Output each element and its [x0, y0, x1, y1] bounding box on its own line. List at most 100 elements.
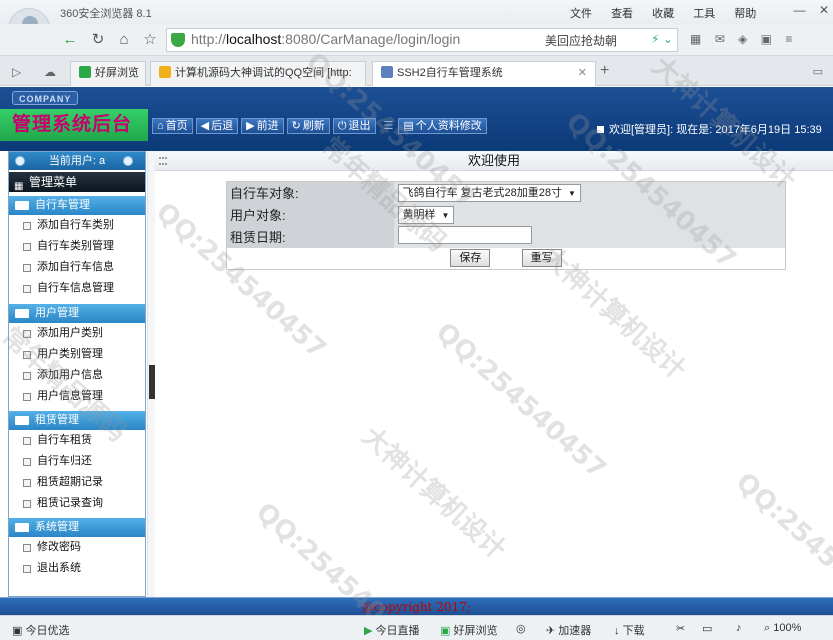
extension-grid-icon[interactable]: ▦ — [690, 32, 701, 46]
sidebar-item-bike-category-manage[interactable]: 自行车类别管理 — [9, 236, 145, 257]
home-button[interactable]: ⌂ 首页 — [152, 118, 193, 134]
extension-ad-icon[interactable]: ▣ — [761, 32, 772, 46]
security-shield-icon — [171, 33, 185, 47]
rental-date-input[interactable] — [397, 226, 532, 244]
menu-group-rental: 租赁管理 自行车租赁 自行车归还 租赁超期记录 租赁记录查询 — [9, 411, 145, 514]
watermark-qq: QQ:254540457 — [429, 317, 612, 485]
home-icon[interactable]: ⌂ — [114, 30, 134, 50]
zoom-control[interactable]: ⌕ 100% — [764, 622, 801, 635]
date-cell — [393, 225, 786, 248]
item-label: 修改密码 — [37, 541, 81, 553]
tab-close-icon[interactable]: ✕ — [578, 62, 587, 85]
sidebar-item-change-password[interactable]: 修改密码 — [9, 537, 145, 558]
pin-icon — [123, 156, 133, 166]
screen-browse-button[interactable]: ▣ 好屏浏览 — [440, 622, 497, 638]
forward-label: 前进 — [256, 120, 279, 132]
tab-list-icon[interactable]: ▭ — [813, 65, 823, 78]
sound-icon[interactable]: ♪ — [736, 622, 742, 634]
download-button[interactable]: ↓ 下载 — [614, 622, 645, 638]
browser-menu-help[interactable]: 帮助 — [734, 8, 756, 20]
accelerator-label: 加速器 — [558, 625, 592, 637]
item-label: 自行车类别管理 — [37, 240, 114, 252]
sidebar-item-bike-rent[interactable]: 自行车租赁 — [9, 430, 145, 451]
sidebar-item-add-bike-category[interactable]: 添加自行车类别 — [9, 215, 145, 236]
menu-header-label: 管理菜单 — [29, 175, 78, 189]
cloud-icon[interactable]: ☁ — [44, 65, 56, 79]
minimize-icon[interactable]: — — [794, 3, 806, 17]
menu-group-header[interactable]: 用户管理 — [9, 304, 145, 323]
close-icon[interactable]: ✕ — [819, 3, 829, 17]
live-button[interactable]: ▶ 今日直播 — [364, 622, 420, 638]
power-icon: ⏻ — [337, 120, 347, 132]
user-select[interactable]: 黄明样 ▼ — [397, 205, 455, 224]
item-label: 租赁记录查询 — [37, 497, 103, 509]
group-title: 用户管理 — [35, 307, 79, 319]
welcome-label: 欢迎[管理员]: 现在是: 2017年6月19日 15:39 — [609, 124, 822, 136]
sidebar-item-add-user-info[interactable]: 添加用户信息 — [9, 365, 145, 386]
new-tab-icon[interactable]: + — [600, 62, 609, 80]
item-icon — [23, 479, 31, 487]
sidebar-item-add-bike-info[interactable]: 添加自行车信息 — [9, 257, 145, 278]
item-label: 添加自行车类别 — [37, 219, 114, 231]
tab-qq-space[interactable]: 计算机源码大神调试的QQ空间 [http: — [150, 61, 366, 86]
gift-icon: ▣ — [12, 625, 26, 637]
reload-icon[interactable]: ↻ — [88, 30, 108, 50]
sidebar-item-user-info-manage[interactable]: 用户信息管理 — [9, 386, 145, 407]
browser-menu-favorites[interactable]: 收藏 — [652, 8, 674, 20]
menu-group-header[interactable]: 租赁管理 — [9, 411, 145, 430]
tab-favicon-icon — [79, 66, 91, 78]
extension-menu-icon[interactable]: ≡ — [785, 32, 792, 46]
search-hint[interactable]: 美回应抢劫朝 — [545, 32, 617, 49]
splitter-handle-icon[interactable] — [149, 365, 155, 399]
url-input[interactable]: http://localhost:8080/CarManage/login/lo… — [166, 28, 678, 52]
browser-menu-tools[interactable]: 工具 — [693, 8, 715, 20]
extension-shield-icon[interactable]: ◈ — [738, 32, 747, 46]
back-arrow-icon: ◀ — [200, 120, 210, 132]
item-label: 用户信息管理 — [37, 390, 103, 402]
reset-button[interactable]: 重写 — [521, 249, 562, 268]
extension-mail-icon[interactable]: ✉ — [715, 32, 725, 46]
forward-button[interactable]: ▶ 前进 — [241, 118, 284, 134]
sidebar-item-user-category-manage[interactable]: 用户类别管理 — [9, 344, 145, 365]
browser-engine-icon[interactable]: ◎ — [516, 622, 526, 635]
back-button[interactable]: ◀ 后退 — [195, 118, 239, 134]
save-button[interactable]: 保存 — [450, 249, 491, 268]
back-icon[interactable]: ← — [60, 30, 80, 50]
sidebar-item-rental-query[interactable]: 租赁记录查询 — [9, 493, 145, 514]
sidebar-item-exit-system[interactable]: 退出系统 — [9, 558, 145, 579]
menu-group-header[interactable]: 系统管理 — [9, 518, 145, 537]
item-icon — [23, 330, 31, 338]
item-icon — [23, 222, 31, 230]
url-text[interactable]: http://localhost:8080/CarManage/login/lo… — [191, 31, 460, 47]
extension-icons: ▦ ✉ ◈ ▣ ≡ — [690, 32, 802, 46]
sidebar-item-bike-info-manage[interactable]: 自行车信息管理 — [9, 278, 145, 299]
lightning-icon[interactable]: ⚡ ⌄ — [651, 32, 673, 46]
bike-label: 自行车对象: — [226, 181, 394, 204]
capture-icon[interactable]: ✂ — [676, 622, 685, 635]
logout-button[interactable]: ⏻ 退出 — [332, 118, 376, 134]
accelerator-button[interactable]: ✈ 加速器 — [546, 622, 591, 638]
sidebar-item-bike-return[interactable]: 自行车归还 — [9, 451, 145, 472]
profile-edit-button[interactable]: ▤ 个人资料修改 — [398, 118, 487, 134]
sidebar-item-overdue-records[interactable]: 租赁超期记录 — [9, 472, 145, 493]
form-row-user: 用户对象: 黄明样 ▼ — [226, 203, 786, 226]
browser-menu-view[interactable]: 查看 — [611, 8, 633, 20]
window-icon[interactable]: ▭ — [702, 622, 712, 635]
item-icon — [23, 264, 31, 272]
pin-icon — [15, 156, 25, 166]
browser-menu-file[interactable]: 文件 — [570, 8, 592, 20]
tab-screen-browse[interactable]: 好屏浏览 — [70, 61, 146, 86]
menu-group-header[interactable]: 自行车管理 — [9, 196, 145, 215]
tab-ssh2-system[interactable]: SSH2自行车管理系统 ✕ — [372, 61, 596, 86]
bike-select[interactable]: 飞鸽自行车 复古老式28加重28寸 ▼ — [397, 183, 581, 202]
top-nav: ⌂ 首页 ◀ 后退 ▶ 前进 ↻ 刷新 ⏻ 退出 ☰ ▤ 个人资料修改 — [152, 118, 490, 134]
refresh-button[interactable]: ↻ 刷新 — [286, 118, 330, 134]
today-picks[interactable]: ▣ 今日优选 — [12, 622, 69, 638]
tab-favicon-icon — [159, 66, 171, 78]
sidebar-toggle-icon[interactable]: ▷ — [12, 65, 21, 79]
profile-edit-label: 个人资料修改 — [415, 120, 482, 132]
star-icon[interactable]: ☆ — [140, 30, 160, 50]
bike-cell: 飞鸽自行车 复古老式28加重28寸 ▼ — [393, 181, 786, 204]
sidebar-item-add-user-category[interactable]: 添加用户类别 — [9, 323, 145, 344]
group-icon — [15, 201, 29, 210]
